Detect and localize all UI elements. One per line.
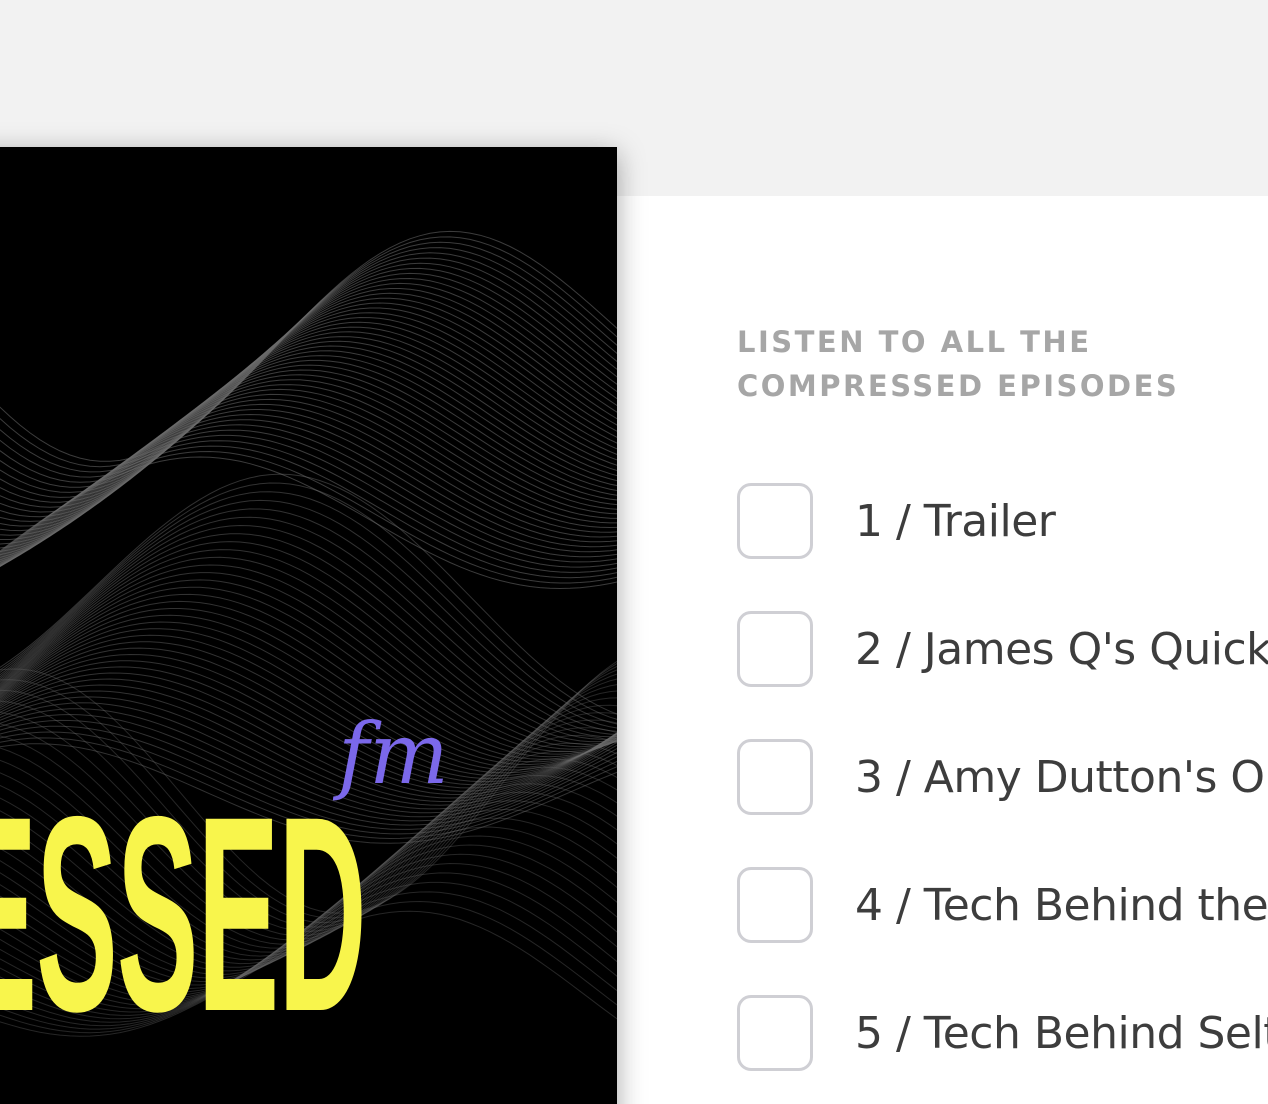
- wave-line: [0, 230, 617, 462]
- episode-label[interactable]: 2 / James Q's Quick: [855, 624, 1268, 675]
- episode-checkbox[interactable]: [737, 995, 813, 1071]
- wave-line: [0, 549, 617, 745]
- episode-item[interactable]: 4 / Tech Behind the: [737, 864, 1268, 946]
- cover-logo-text: RESSED: [0, 758, 367, 1069]
- wave-line: [0, 524, 617, 738]
- episode-label[interactable]: 5 / Tech Behind Selt: [855, 1008, 1268, 1059]
- episode-checkbox[interactable]: [737, 483, 813, 559]
- wave-line: [0, 345, 617, 563]
- episode-item[interactable]: 1 / Trailer: [737, 480, 1056, 562]
- cover-logo-fm: fm: [338, 705, 449, 803]
- episode-item[interactable]: 3 / Amy Dutton's Or: [737, 736, 1268, 818]
- wave-line: [0, 272, 617, 503]
- wave-line: [0, 267, 617, 498]
- episode-item[interactable]: 5 / Tech Behind Selt: [737, 992, 1268, 1074]
- podcast-cover-art: RESSED fm: [0, 147, 617, 1104]
- wave-line: [0, 257, 617, 488]
- wave-line: [0, 262, 617, 493]
- episode-checkbox[interactable]: [737, 739, 813, 815]
- wave-line: [0, 424, 617, 559]
- wave-line: [0, 445, 617, 579]
- episode-label[interactable]: 1 / Trailer: [855, 496, 1056, 547]
- episode-label[interactable]: 3 / Amy Dutton's Or: [855, 752, 1268, 803]
- episode-label[interactable]: 4 / Tech Behind the: [855, 880, 1268, 931]
- episodes-heading: LISTEN TO ALL THE COMPRESSED EPISODES: [737, 325, 1180, 403]
- wave-line: [0, 429, 617, 563]
- wave-line: [0, 508, 617, 732]
- episode-checkbox[interactable]: [737, 611, 813, 687]
- page: RESSED fm LISTEN TO ALL THE COMPRESSED E…: [0, 0, 1268, 1104]
- episode-item[interactable]: 2 / James Q's Quick: [737, 608, 1268, 690]
- wave-line: [0, 440, 617, 573]
- wave-line: [0, 252, 617, 483]
- wave-line: [0, 247, 617, 478]
- episode-checkbox[interactable]: [737, 867, 813, 943]
